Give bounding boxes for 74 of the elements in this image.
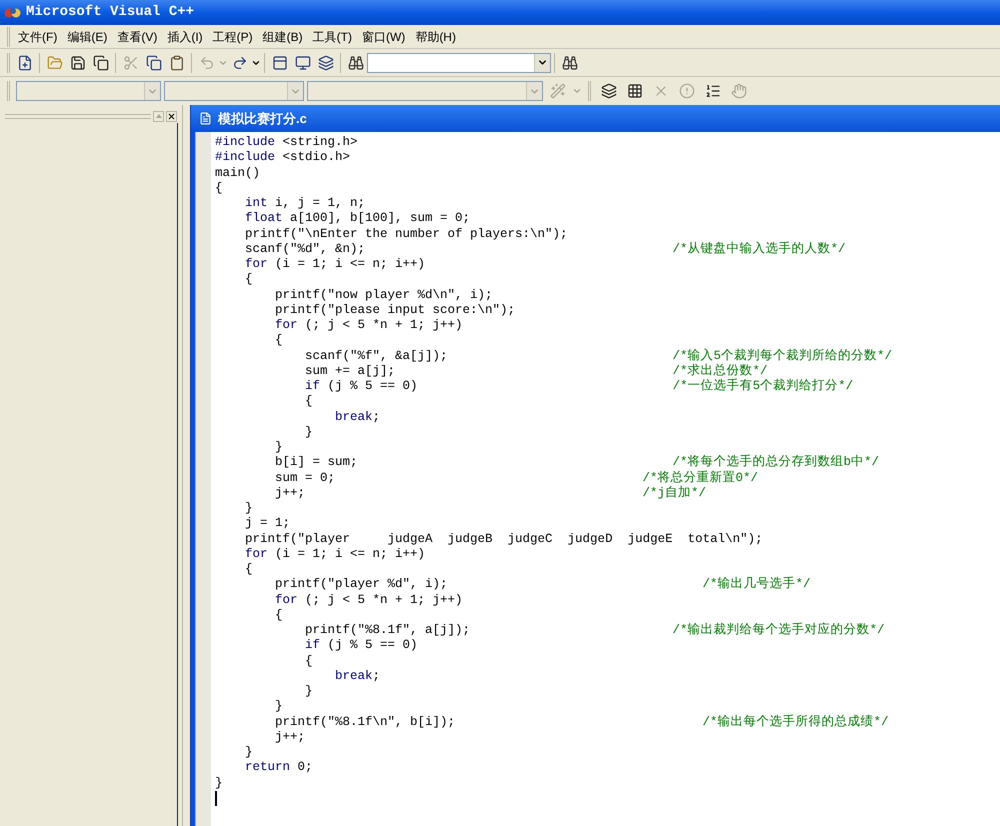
code-line: printf("\nEnter the number of players:\n"); [244, 226, 568, 242]
code-editor[interactable] [211, 132, 1000, 826]
document-icon [199, 112, 212, 125]
code-comment: /*j自加*/ [642, 486, 706, 501]
menu-item[interactable]: 插入(I) [162, 28, 208, 46]
code-line: #include <stdio.h> [215, 150, 350, 166]
code-line: if (j % 5 == 0) [304, 638, 418, 654]
code-line: printf("%8.1f", a[j]); [304, 623, 470, 638]
code-line: printf("player judgeA judgeB judgeC judgeD judgeE total\n"); [244, 532, 763, 547]
code-comment: /*输出每个选手所得的总成绩*/ [702, 714, 889, 730]
code-line: scanf("%d", &n); [244, 242, 366, 257]
code-line: } [304, 684, 313, 700]
code-line: break; [334, 668, 380, 684]
menu-item[interactable]: 工程(P) [208, 28, 258, 46]
dropdown-field[interactable] [16, 81, 161, 101]
code-line: { [244, 272, 253, 288]
code-comment: /*从键盘中输入选手的人数*/ [672, 242, 846, 257]
code-comment: /*将总分重新置0*/ [642, 470, 758, 486]
dropdown-field[interactable] [307, 81, 543, 101]
code-line: #include <string.h> [215, 135, 358, 150]
code-line: j++; [274, 730, 306, 745]
code-line: break; [334, 410, 380, 425]
code-comment: /*求出总份数*/ [672, 364, 768, 378]
app-logo-icon [4, 6, 22, 20]
up-arrow-icon [156, 114, 162, 118]
menu-item[interactable]: 窗口(W) [356, 28, 410, 46]
code-line: main() [215, 166, 260, 181]
window-title: Microsoft Visual C++ [26, 3, 194, 22]
menu-item[interactable]: 查看(V) [112, 28, 162, 46]
code-line: for (i = 1; i <= n; i++) [244, 546, 426, 562]
code-line: printf("now player %d\n", i); [274, 288, 493, 303]
code-line: j = 1; [244, 516, 290, 532]
code-line: float a[100], b[100], sum = 0; [244, 211, 470, 226]
code-comment: /*输入5个裁判每个裁判所给的分数*/ [672, 348, 892, 364]
code-line: j++; [274, 486, 306, 501]
code-line: { [304, 394, 313, 410]
code-line: printf("player %d", i); [274, 577, 448, 592]
code-comment: /*将每个选手的总分存到数组b中*/ [672, 455, 880, 470]
code-line: { [274, 333, 283, 348]
code-line: scanf("%f", &a[j]); [304, 348, 448, 364]
code-line: { [244, 562, 253, 578]
code-comment: /*输出几号选手*/ [702, 577, 811, 592]
menu-item[interactable]: 工具(T) [308, 28, 357, 46]
dropdown-field[interactable] [164, 81, 304, 101]
code-line: int i, j = 1, n; [244, 196, 366, 212]
code-line: } [244, 501, 253, 516]
code-line: for (; j < 5 *n + 1; j++) [274, 318, 463, 334]
code-line: return 0; [244, 760, 313, 776]
menu-item[interactable]: 编辑(E) [62, 28, 112, 46]
close-button[interactable] [166, 110, 177, 122]
text-cursor [215, 790, 217, 806]
code-line: } [215, 776, 223, 791]
code-line: sum += a[j]; [304, 364, 396, 379]
code-line: { [274, 608, 283, 623]
menu-item[interactable]: 文件(F) [13, 28, 62, 46]
code-line: sum = 0; [274, 470, 336, 486]
code-line: } [274, 699, 283, 714]
code-comment: /*一位选手有5个裁判给打分*/ [672, 379, 854, 394]
document-title: 模拟比赛打分.c [218, 110, 307, 128]
code-line: } [304, 424, 313, 440]
code-line: } [244, 745, 253, 760]
code-comment: /*输出裁判给每个选手对应的分数*/ [672, 623, 885, 638]
menu-item[interactable]: 帮助(H) [410, 28, 461, 46]
code-line: for (; j < 5 *n + 1; j++) [274, 592, 463, 608]
code-line: { [304, 654, 313, 669]
code-line: b[i] = sum; [274, 455, 358, 470]
dropdown-field[interactable] [367, 52, 551, 72]
code-line: } [274, 440, 283, 456]
menu-item[interactable]: 组建(B) [258, 28, 308, 46]
code-line: { [215, 180, 223, 196]
code-line: printf("please input score:\n"); [274, 302, 516, 318]
code-line: if (j % 5 == 0) [304, 379, 418, 394]
code-line: printf("%8.1f\n", b[i]); [274, 714, 456, 730]
code-line: for (i = 1; i <= n; i++) [244, 257, 426, 272]
